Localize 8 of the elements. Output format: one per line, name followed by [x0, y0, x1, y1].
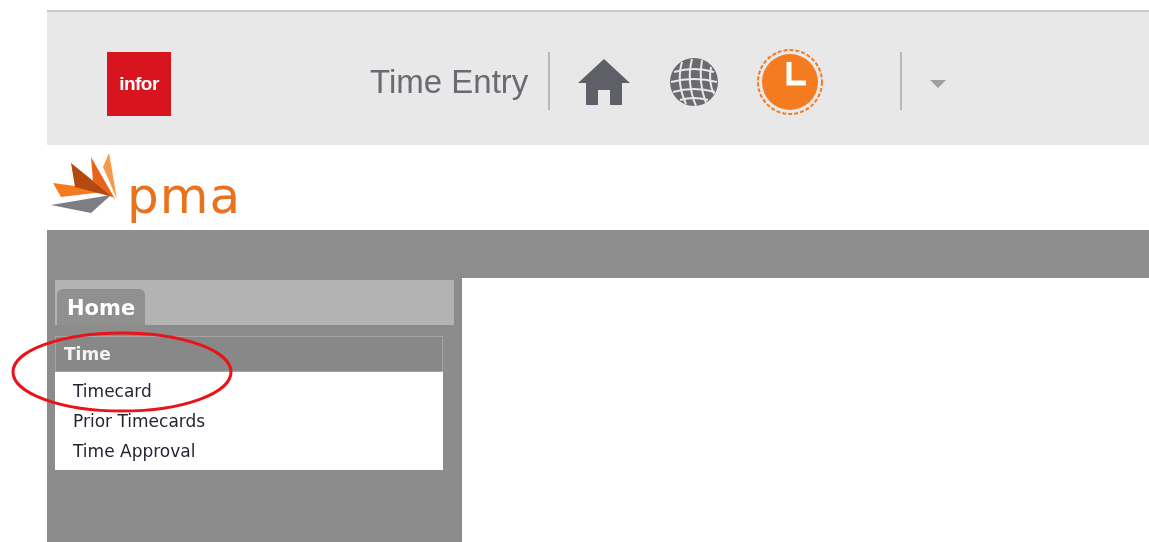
clock-icon[interactable]: [756, 48, 825, 116]
globe-icon[interactable]: [668, 56, 721, 108]
menu-item[interactable]: Time Approval: [73, 436, 443, 466]
menu-item[interactable]: Timecard: [73, 376, 443, 406]
brand-logo: infor: [107, 51, 171, 116]
logo-wordmark: pma: [127, 170, 242, 221]
app-title: Time Entry: [370, 63, 529, 101]
menu-item[interactable]: Prior Timecards: [73, 406, 443, 436]
